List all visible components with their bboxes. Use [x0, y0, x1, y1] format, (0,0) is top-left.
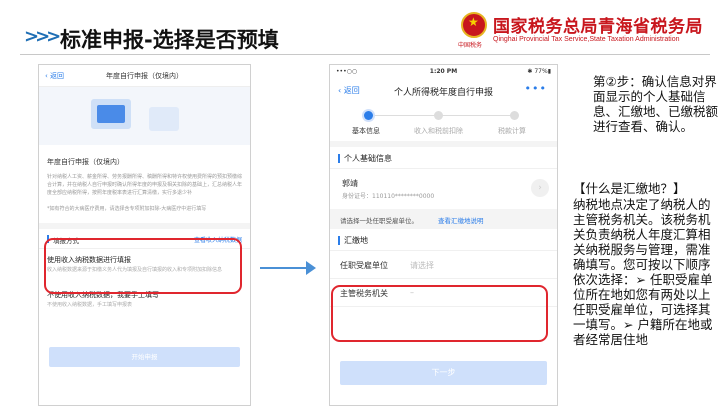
taxpayer-name: 郭靖	[342, 179, 358, 188]
more-icon[interactable]: •••	[525, 82, 547, 95]
note-text: *如有符合的大病医疗费用，请选择含专项附加扣除-大病医疗中进行填写	[47, 206, 207, 212]
progress-steps: 基本信息 收入和税前扣除 税款计算	[330, 103, 557, 141]
arrow-right-icon	[260, 267, 310, 269]
whatis-body: 纳税地点决定了纳税人的主管税务机关。该税务机关负责纳税人年度汇算相关纳税服务与管…	[573, 197, 713, 347]
employer-select[interactable]: 请选择	[410, 260, 434, 271]
section-marker	[338, 154, 340, 163]
personal-info-card[interactable]: 郭靖 身份证号：110110********0000 ›	[330, 169, 557, 209]
start-declaration-button[interactable]: 开始申报	[49, 347, 240, 367]
id-number: 身份证号：110110********0000	[342, 193, 435, 200]
step-label-basic-info: 基本信息	[352, 127, 380, 135]
nav-bar: ‹ 返回 年度自行申报（仅境内）	[39, 65, 250, 87]
nav-title: 个人所得税年度自行申报	[393, 88, 493, 98]
step-label-income: 收入和税前扣除	[414, 127, 463, 135]
step-dot-active	[364, 111, 373, 120]
org-name-en: Qinghai Provincial Tax Service,State Tax…	[493, 36, 680, 43]
monitor-icon	[97, 105, 125, 123]
step-dot	[510, 111, 519, 120]
arrow-head-icon	[306, 261, 316, 275]
section-marker	[338, 236, 340, 245]
star-icon: ★	[468, 15, 479, 29]
page-heading: 年度自行申报（仅境内）	[47, 158, 124, 166]
employer-label: 任职受雇单位	[340, 261, 388, 270]
header-divider	[20, 54, 710, 55]
step2-description: 第②步：确认信息对界面显示的个人基础信息、汇缴地、已缴税额进行查看、确认。	[593, 74, 719, 134]
highlight-box-prefill-option	[44, 238, 242, 294]
chevron-right-icon[interactable]: ›	[531, 179, 549, 197]
description-text: 针对纳税人工资、薪金所得、劳务报酬所得、稿酬所得和特许权使用费所得的预扣预缴综合…	[47, 174, 243, 196]
section-label: 汇缴地	[344, 236, 368, 245]
nav-title: 年度自行申报（仅境内）	[106, 72, 183, 80]
next-step-button[interactable]: 下一步	[340, 361, 547, 385]
banner-illustration	[39, 87, 250, 145]
section-label: 个人基础信息	[344, 154, 392, 163]
hint-text: 请选择一处任职受雇单位。	[340, 217, 418, 225]
status-time: 1:20 PM	[429, 68, 458, 75]
highlight-box-settlement	[331, 285, 548, 342]
nav-bar: ‹ 返回 个人所得税年度自行申报 •••	[330, 79, 557, 103]
whatis-title: 【什么是汇缴地？】	[573, 181, 686, 196]
status-bar: •••○○ 1:20 PM ✱ 77%▮	[330, 65, 557, 79]
section-header-settlement-location: 汇缴地	[330, 229, 557, 251]
employer-select-row[interactable]: 任职受雇单位 请选择	[330, 251, 557, 279]
org-name-cn: 国家税务总局青海省税务局	[493, 17, 703, 37]
battery-icon: ✱ 77%▮	[527, 68, 551, 75]
emblem-caption: 中国税务	[458, 42, 483, 49]
phone-screen-select-mode: ‹ 返回 年度自行申报（仅境内） 年度自行申报（仅境内） 针对纳税人工资、薪金所…	[38, 64, 251, 406]
step-dot	[434, 111, 443, 120]
steps-line	[368, 115, 518, 116]
slide-title: 标准申报-选择是否预填	[60, 28, 279, 52]
section-header-personal-info: 个人基础信息	[330, 147, 557, 169]
chart-icon	[149, 107, 179, 131]
option-description: 不使用收入纳税数据，手工填写申报表	[47, 302, 133, 308]
phone-screen-basic-info: •••○○ 1:20 PM ✱ 77%▮ ‹ 返回 个人所得税年度自行申报 ••…	[329, 64, 558, 406]
hint-bar: 请选择一处任职受雇单位。 查看汇缴地说明	[330, 209, 557, 229]
chevron-right-icon: >>>	[24, 26, 61, 47]
step-label-tax-calc: 税款计算	[498, 127, 526, 135]
view-location-help-link[interactable]: 查看汇缴地说明	[438, 215, 484, 225]
